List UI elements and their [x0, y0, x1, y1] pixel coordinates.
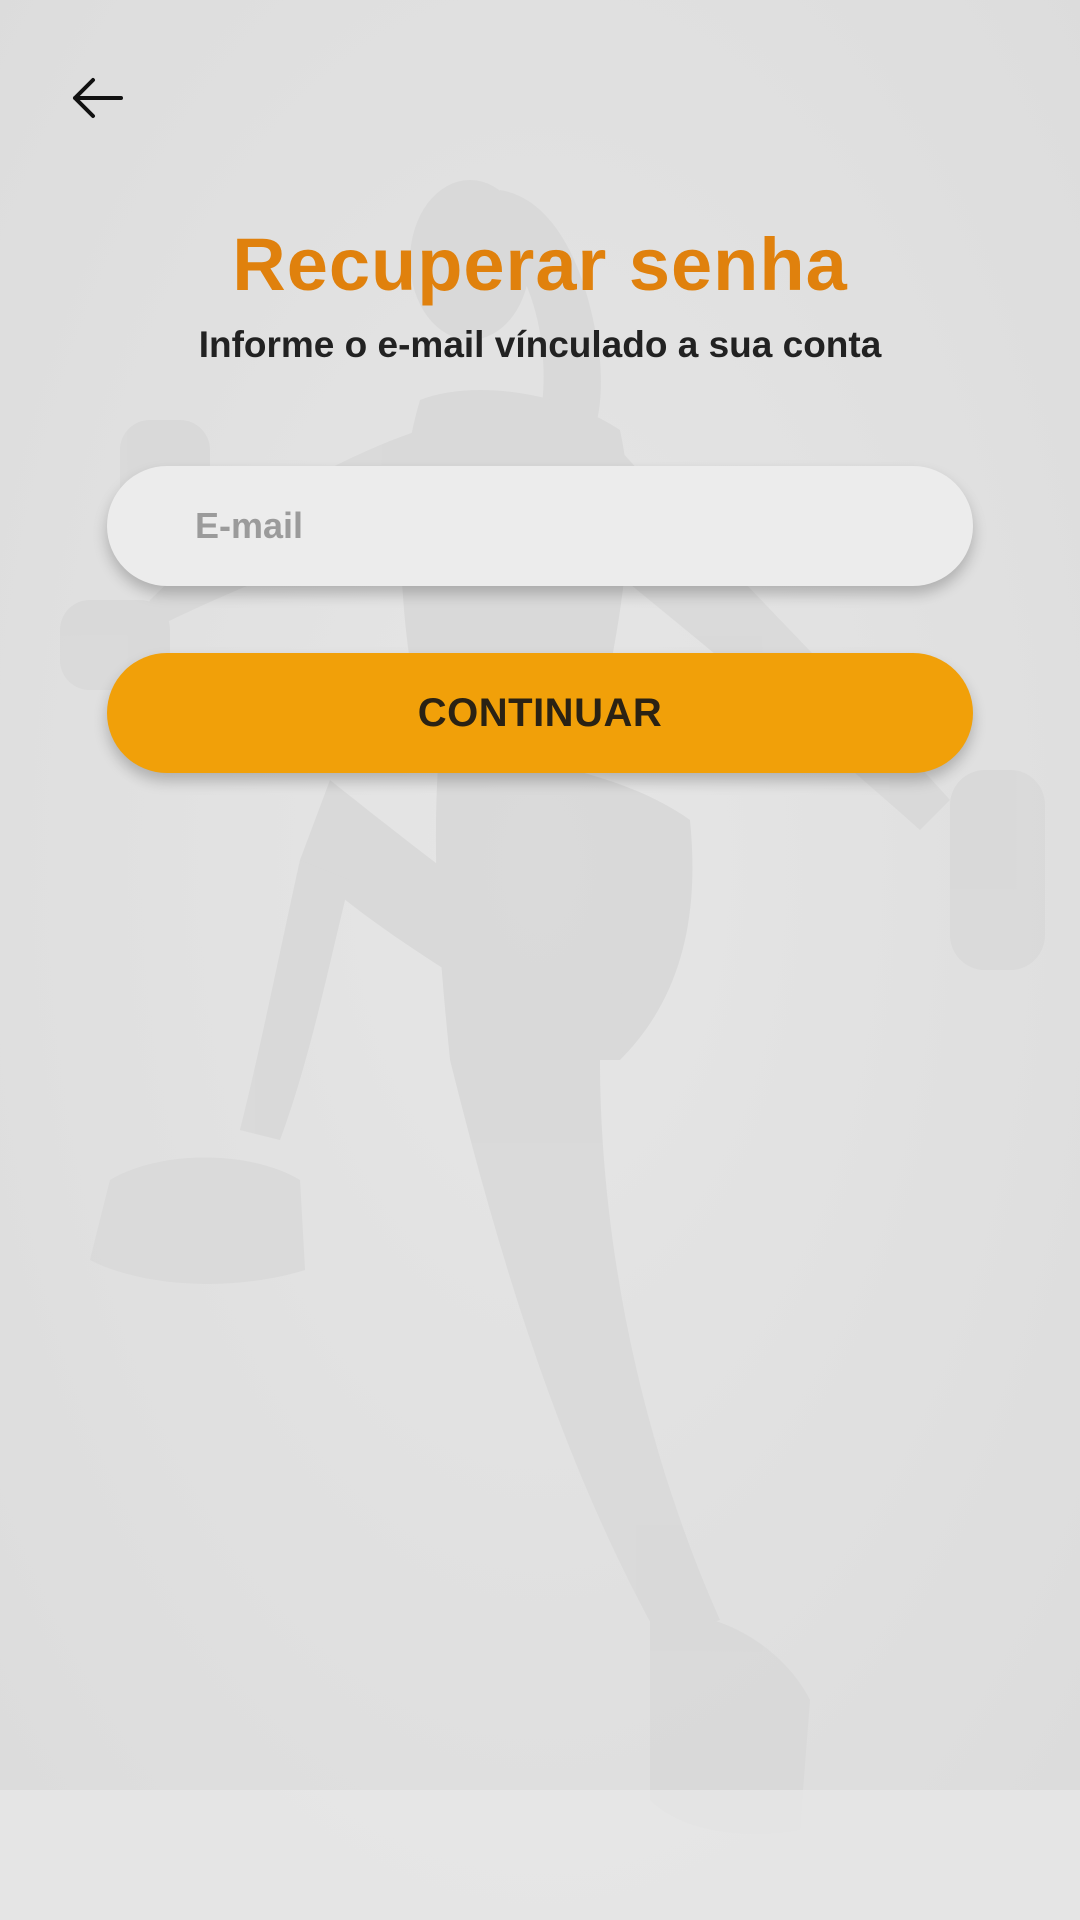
page-subtitle: Informe o e-mail vínculado a sua conta: [198, 324, 882, 365]
email-input[interactable]: [193, 465, 973, 587]
page-title: Recuperar senha: [232, 223, 848, 306]
arrow-left-icon: [73, 78, 123, 118]
back-button[interactable]: [62, 68, 132, 128]
continue-button[interactable]: CONTINUAR: [107, 653, 973, 773]
email-field[interactable]: [107, 465, 973, 587]
